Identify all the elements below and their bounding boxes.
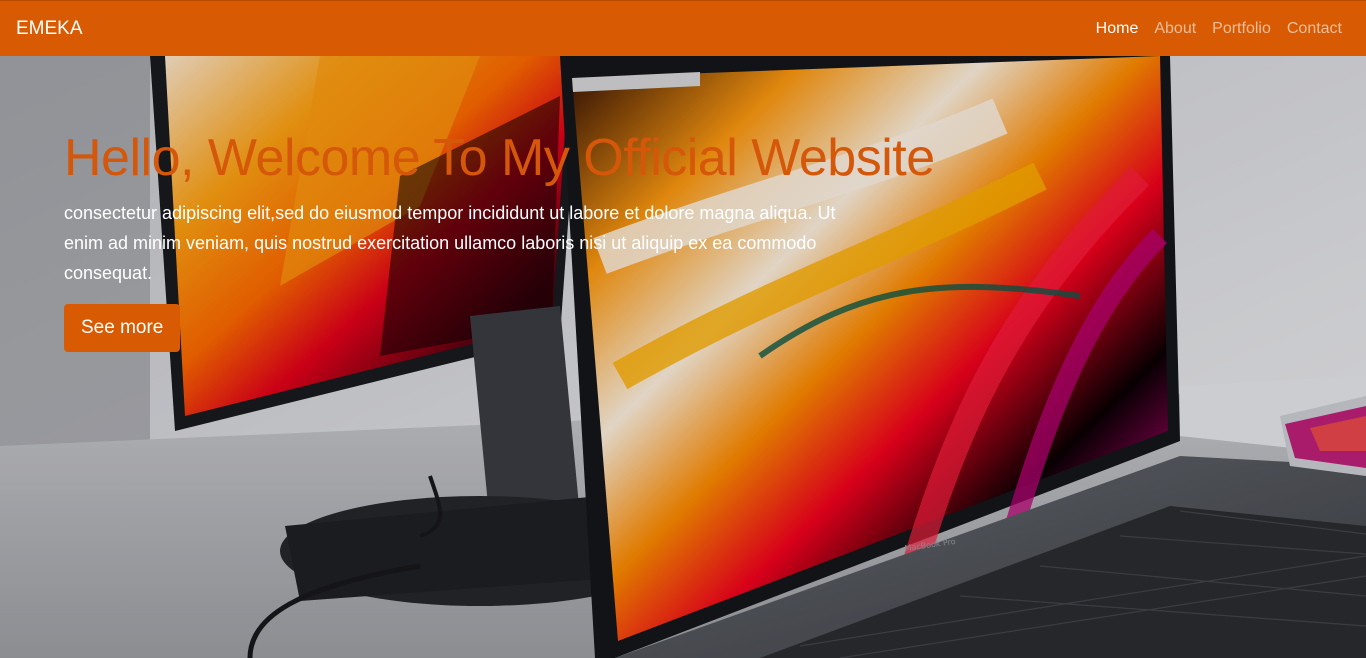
- hero-content: Hello, Welcome To My Official Website co…: [64, 126, 935, 352]
- see-more-button[interactable]: See more: [64, 304, 181, 352]
- nav-links: Home About Portfolio Contact: [1096, 1, 1342, 57]
- nav-link-home[interactable]: Home: [1096, 20, 1139, 38]
- hero-section: MacBook Pro Hello, Welcome To My Officia…: [0, 56, 1366, 658]
- brand-logo[interactable]: EMEKA: [16, 1, 83, 57]
- hero-text: consectetur adipiscing elit,sed do eiusm…: [64, 203, 836, 283]
- nav-link-contact[interactable]: Contact: [1287, 20, 1342, 38]
- nav-link-about[interactable]: About: [1154, 20, 1196, 38]
- hero-title: Hello, Welcome To My Official Website: [64, 129, 935, 187]
- nav-link-portfolio[interactable]: Portfolio: [1212, 20, 1271, 38]
- navbar: EMEKA Home About Portfolio Contact: [0, 0, 1366, 56]
